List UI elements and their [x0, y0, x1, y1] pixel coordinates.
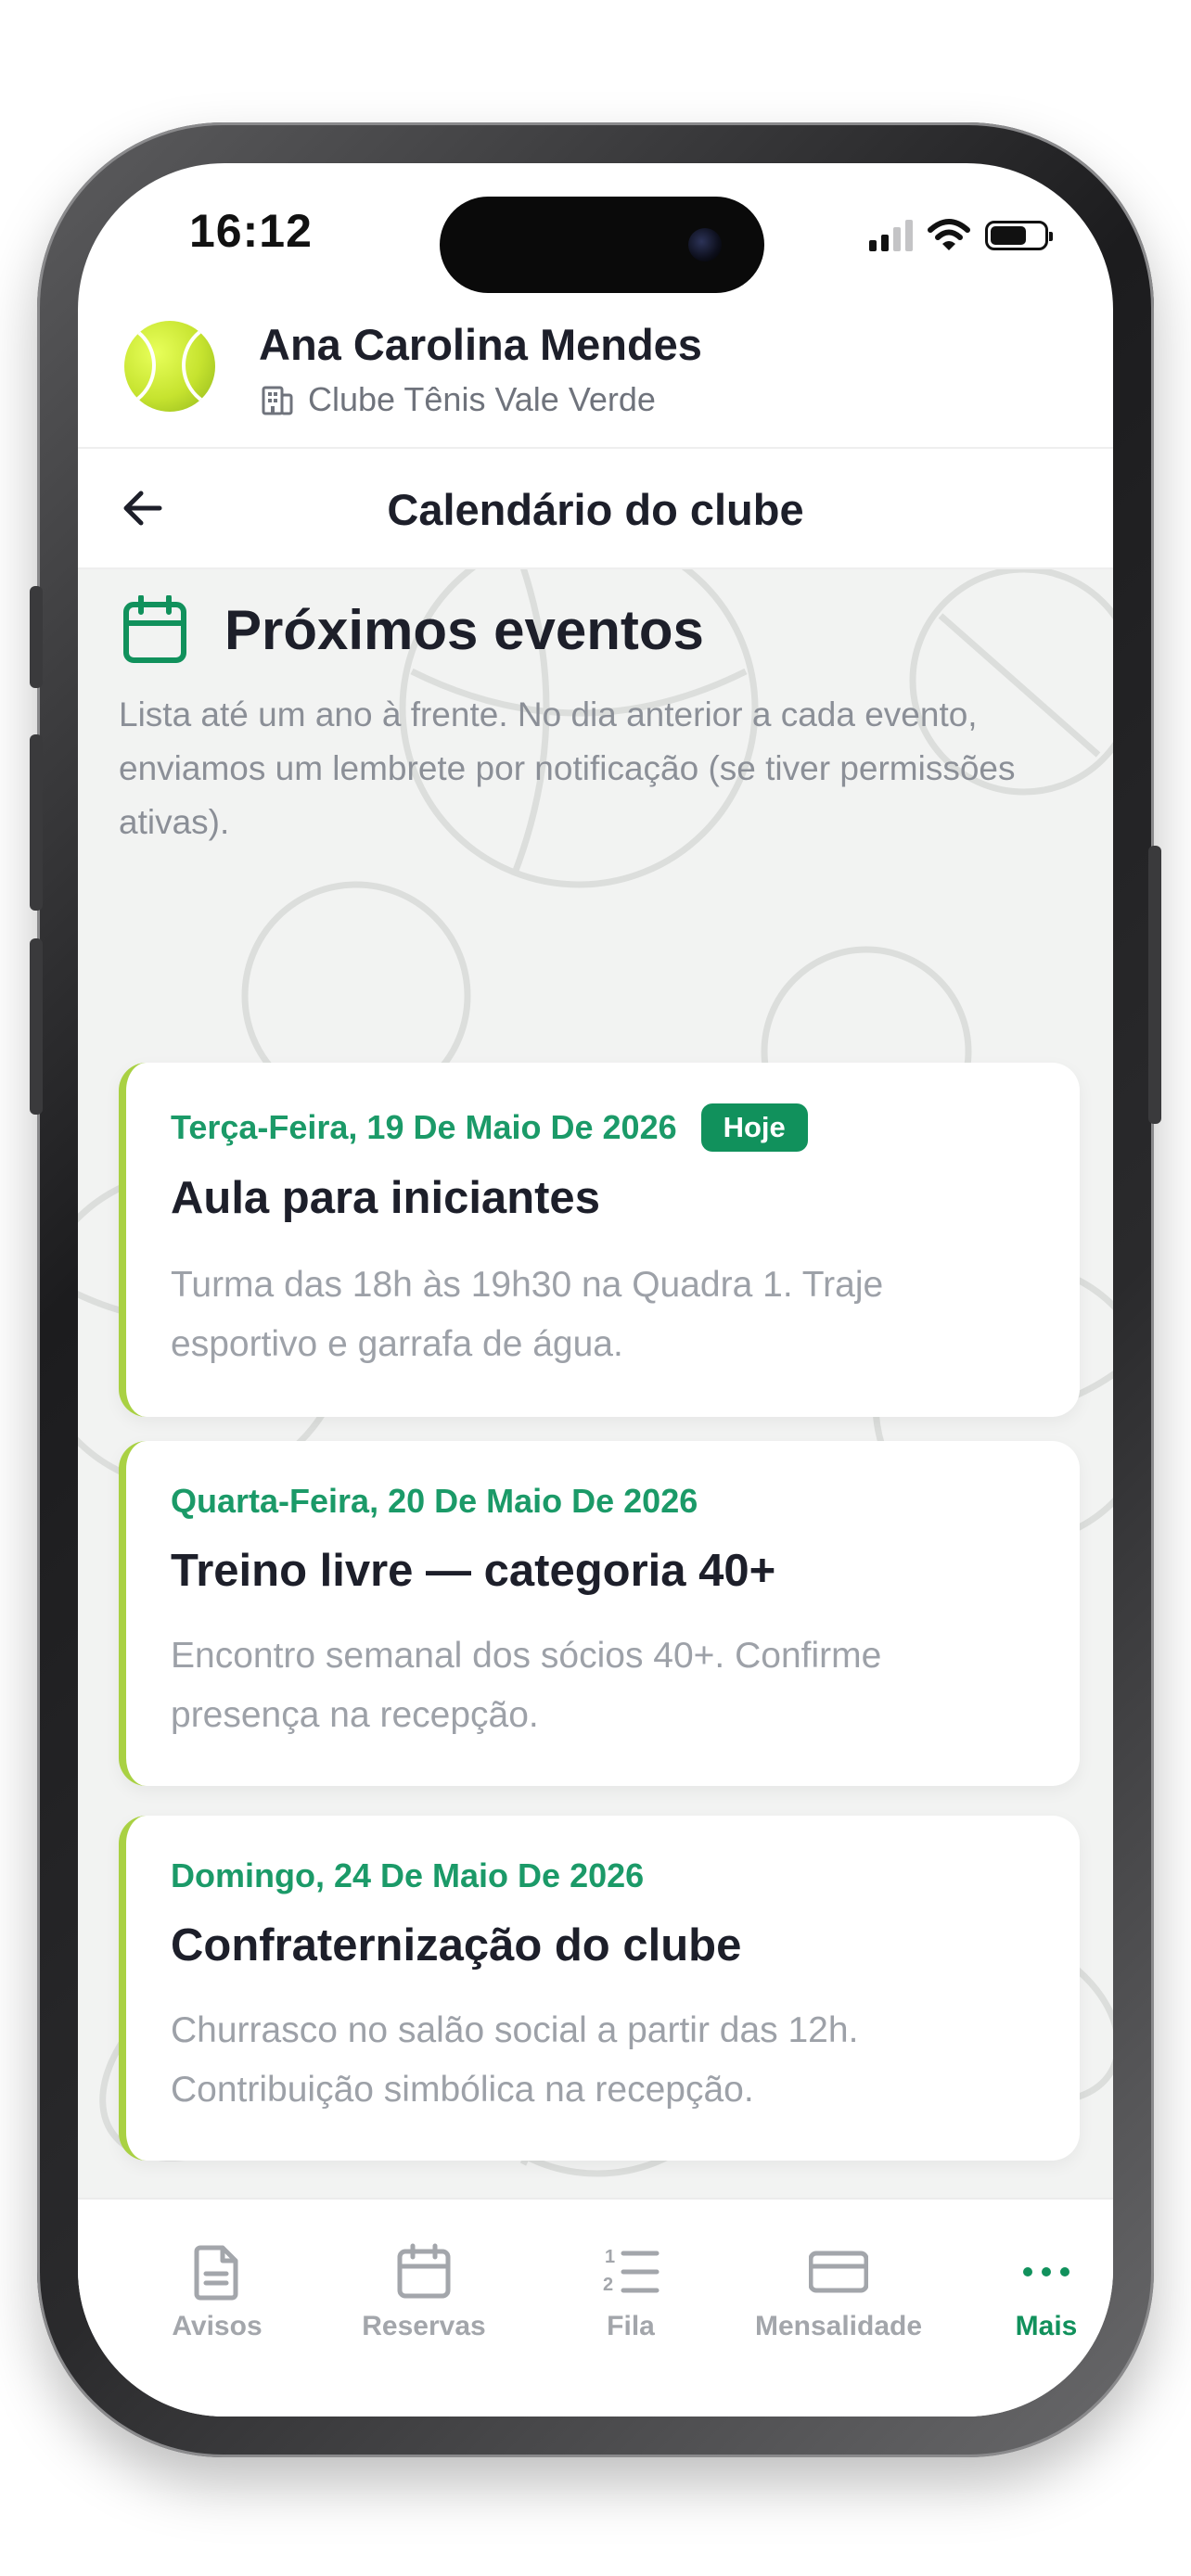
status-icons — [869, 215, 1053, 256]
event-description: Churrasco no salão social a partir das 1… — [171, 2001, 1024, 2120]
event-title: Treino livre — categoria 40+ — [171, 1546, 776, 1596]
tab-label: Fila — [607, 2311, 655, 2341]
wifi-icon — [928, 219, 970, 250]
power-button — [1148, 846, 1161, 1124]
event-card[interactable]: Domingo, 24 De Maio De 2026 Confraterniz… — [119, 1816, 1080, 2161]
numbered-list-icon: 1 2 — [603, 2247, 660, 2295]
event-date-row: Domingo, 24 De Maio De 2026 — [171, 1856, 644, 1895]
volume-down-button — [30, 938, 43, 1115]
screen: 16:12 Ana Carolina Mendes Clube Tênis Va… — [78, 163, 1113, 2417]
tab-mais[interactable]: Mais — [944, 2242, 1113, 2342]
profile-header: Ana Carolina Mendes Clube Tênis Vale Ver… — [78, 302, 1113, 449]
tennis-ball-icon[interactable] — [124, 321, 215, 412]
club-row: Clube Tênis Vale Verde — [260, 380, 656, 419]
event-date: Terça-Feira, 19 De Maio De 2026 — [171, 1108, 677, 1146]
event-description-line: Encontro semanal dos sócios 40+. Confirm… — [171, 1636, 882, 1676]
tab-label: Reservas — [362, 2311, 486, 2341]
event-title: Confraternização do clube — [171, 1920, 742, 1970]
front-camera — [688, 228, 722, 261]
event-date-row: Terça-Feira, 19 De Maio De 2026 Hoje — [171, 1103, 808, 1152]
event-description: Turma das 18h às 19h30 na Quadra 1. Traj… — [171, 1256, 1024, 1374]
event-description-line: Turma das 18h às 19h30 na Quadra 1. Traj… — [171, 1265, 884, 1305]
battery-icon — [985, 221, 1053, 250]
nav-bar: Calendário do clube — [78, 449, 1113, 569]
status-bar: 16:12 — [78, 163, 1113, 302]
calendar-icon — [397, 2243, 451, 2299]
event-date: Domingo, 24 De Maio De 2026 — [171, 1856, 645, 1894]
section-title: Próximos eventos — [224, 598, 704, 661]
section-header: Próximos eventos — [122, 595, 704, 664]
event-description-line: presença na recepção. — [171, 1695, 539, 1735]
tab-bar: Avisos Reservas 1 2 Fila Mensalidade Mai… — [78, 2198, 1113, 2417]
section-description: Lista até um ano à frente. No dia anteri… — [119, 695, 1016, 841]
club-name: Clube Tênis Vale Verde — [308, 380, 656, 418]
dynamic-island — [440, 197, 764, 293]
event-title: Aula para iniciantes — [171, 1173, 600, 1223]
tab-label: Mais — [1015, 2311, 1078, 2341]
user-name: Ana Carolina Mendes — [259, 320, 702, 369]
event-date: Quarta-Feira, 20 De Maio De 2026 — [171, 1482, 698, 1520]
events-content[interactable]: Próximos eventos Lista até um ano à fren… — [78, 569, 1113, 2198]
today-badge: Hoje — [700, 1103, 808, 1152]
tab-avisos[interactable]: Avisos — [115, 2242, 319, 2342]
event-card[interactable]: Terça-Feira, 19 De Maio De 2026 Hoje Aul… — [119, 1063, 1080, 1417]
status-time: 16:12 — [189, 205, 313, 257]
action-button — [30, 586, 43, 688]
page-title: Calendário do clube — [387, 485, 804, 534]
svg-text:2: 2 — [603, 2275, 613, 2295]
tab-reservas[interactable]: Reservas — [322, 2242, 526, 2342]
cellular-signal-icon — [869, 220, 913, 251]
more-dots-icon — [1023, 2267, 1069, 2276]
tab-label: Avisos — [172, 2311, 263, 2341]
tab-label: Mensalidade — [754, 2311, 923, 2341]
phone-frame: 16:12 Ana Carolina Mendes Clube Tênis Va… — [30, 122, 1161, 2457]
building-icon — [262, 386, 293, 415]
event-description-line: esportivo e garrafa de água. — [171, 1324, 623, 1364]
credit-card-icon — [809, 2251, 868, 2293]
event-description: Encontro semanal dos sócios 40+. Confirm… — [171, 1626, 1024, 1745]
tab-fila[interactable]: 1 2 Fila — [529, 2242, 733, 2342]
svg-text:1: 1 — [605, 2247, 615, 2267]
calendar-icon — [123, 595, 186, 663]
tab-mensalidade[interactable]: Mensalidade — [736, 2242, 941, 2342]
event-description-line: Contribuição simbólica na recepção. — [171, 2070, 754, 2110]
event-date-row: Quarta-Feira, 20 De Maio De 2026 — [171, 1482, 698, 1521]
event-description-line: Churrasco no salão social a partir das 1… — [171, 2010, 859, 2050]
event-card[interactable]: Quarta-Feira, 20 De Maio De 2026 Treino … — [119, 1441, 1080, 1786]
document-icon — [194, 2245, 238, 2301]
volume-up-button — [30, 734, 43, 911]
